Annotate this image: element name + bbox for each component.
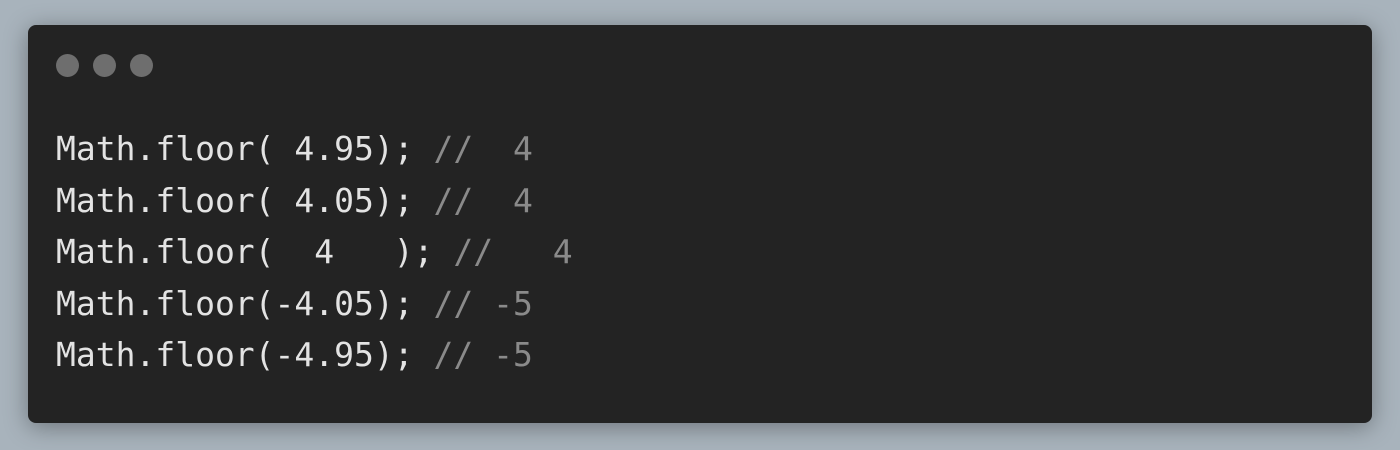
code-text: Math.floor( 4.05); [56,180,434,220]
close-dot-icon[interactable] [56,54,79,77]
code-text: Math.floor(-4.05); [56,283,434,323]
code-comment: // 4 [433,129,533,168]
code-block: Math.floor( 4.95); // 4 Math.floor( 4.05)… [56,123,573,381]
code-line-1: Math.floor( 4.95); // 4 [56,123,573,175]
code-line-4: Math.floor(-4.05); // -5 [56,278,573,330]
code-window: Math.floor( 4.95); // 4 Math.floor( 4.05)… [28,25,1372,423]
code-comment: // 4 [433,180,533,220]
code-text: Math.floor(-4.95); [56,335,434,374]
code-comment: // 4 [453,232,573,271]
code-text: Math.floor( 4 ); [56,232,454,271]
code-line-5: Math.floor(-4.95); // -5 [56,329,573,381]
code-comment: // -5 [433,283,533,323]
code-line-2: Math.floor( 4.05); // 4 [56,175,573,227]
maximize-dot-icon[interactable] [130,54,153,77]
code-comment: // -5 [433,335,533,374]
code-line-3: Math.floor( 4 ); // 4 [56,226,573,278]
code-text: Math.floor( 4.95); [56,129,434,168]
minimize-dot-icon[interactable] [93,54,116,77]
window-controls [56,54,153,77]
